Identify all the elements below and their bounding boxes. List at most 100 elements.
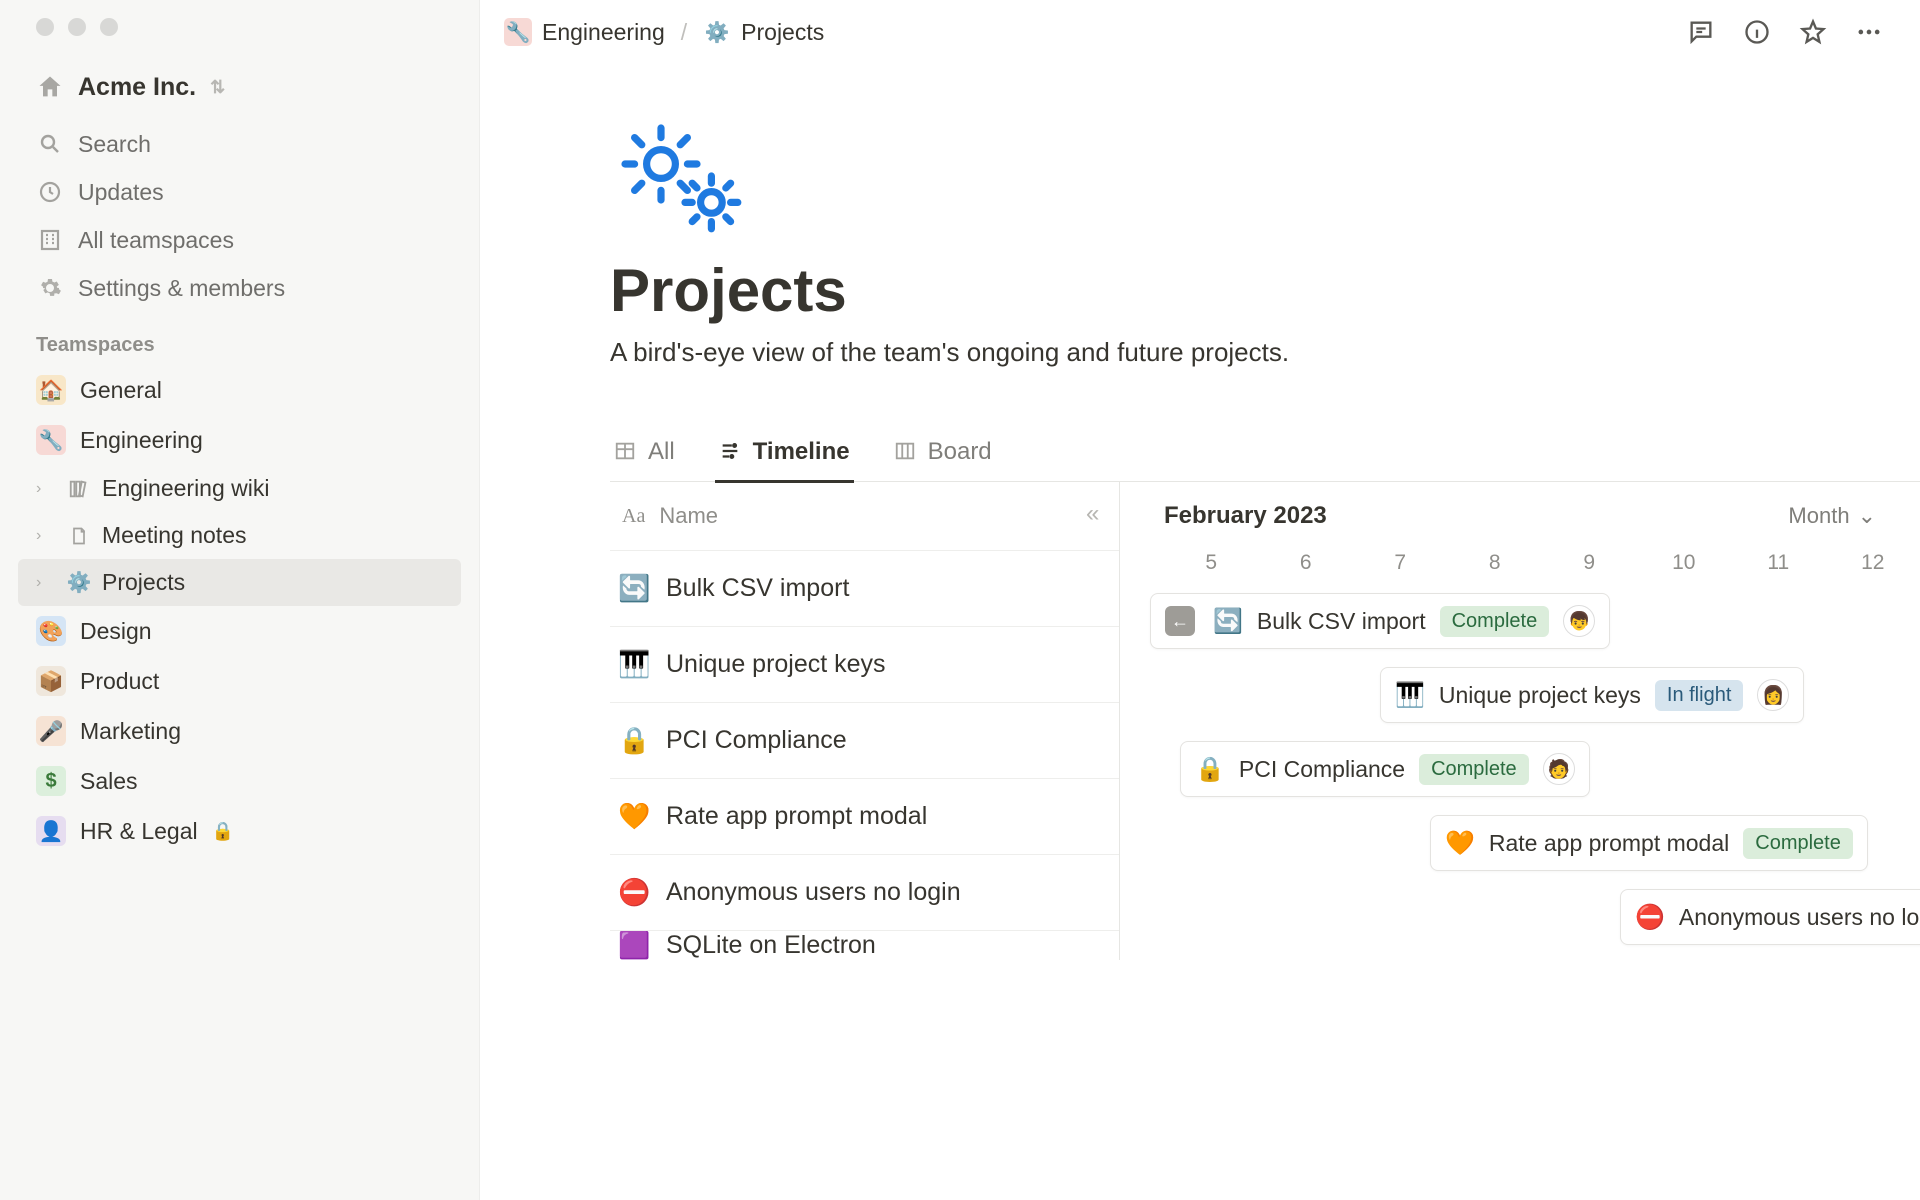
row-name: Anonymous users no login xyxy=(666,878,961,907)
tab-label: All xyxy=(648,438,675,466)
comments-icon[interactable] xyxy=(1686,17,1716,47)
sidebar-item-design[interactable]: 🎨 Design xyxy=(0,606,479,656)
timeline-bar[interactable]: ← 🔄 Bulk CSV import Complete 👦 xyxy=(1150,593,1610,649)
sidebar-item-label: Meeting notes xyxy=(102,522,246,549)
timeline-bar[interactable]: ⛔Anonymous users no login xyxy=(1620,889,1920,945)
tab-all[interactable]: All xyxy=(610,438,679,483)
table-row[interactable]: 🔄Bulk CSV import xyxy=(610,550,1119,626)
bar-icon: 🧡 xyxy=(1445,829,1475,858)
tab-board[interactable]: Board xyxy=(890,438,996,483)
board-icon xyxy=(894,440,918,464)
chevron-right-icon: › xyxy=(36,574,56,592)
bar-title: Bulk CSV import xyxy=(1257,608,1426,635)
row-icon: 🔄 xyxy=(618,573,650,604)
page-description: A bird's-eye view of the team's ongoing … xyxy=(610,337,1920,368)
sidebar-item-label: Projects xyxy=(102,569,185,596)
wrench-icon: 🔧 xyxy=(36,425,66,455)
row-name: SQLite on Electron xyxy=(666,931,876,960)
chevron-right-icon: › xyxy=(36,527,56,545)
name-column-label: Name xyxy=(659,503,718,529)
timeline-bar[interactable]: 🔒PCI ComplianceComplete🧑 xyxy=(1180,741,1590,797)
table-row[interactable]: 🎹Unique project keys xyxy=(610,626,1119,702)
page-icon-gears[interactable] xyxy=(610,116,1920,236)
bar-icon: ⛔ xyxy=(1635,903,1665,932)
timeline-bar[interactable]: 🧡Rate app prompt modalComplete xyxy=(1430,815,1868,871)
timeline-range-selector[interactable]: Month ⌄ xyxy=(1788,503,1876,529)
traffic-light-close[interactable] xyxy=(36,18,54,36)
page-title: Projects xyxy=(610,256,1920,325)
table-row[interactable]: 🟪SQLite on Electron xyxy=(610,930,1119,960)
info-icon[interactable] xyxy=(1742,17,1772,47)
table-row[interactable]: ⛔Anonymous users no login xyxy=(610,854,1119,930)
sidebar-item-label: Marketing xyxy=(80,718,181,745)
gear-icon xyxy=(36,274,64,302)
sidebar-item-label: General xyxy=(80,377,162,404)
nav-updates[interactable]: Updates xyxy=(0,168,479,216)
sidebar-subitem-projects[interactable]: › ⚙️ Projects xyxy=(18,559,461,606)
sidebar-subitem-engineering-wiki[interactable]: › Engineering wiki xyxy=(0,465,479,512)
sidebar-item-product[interactable]: 📦 Product xyxy=(0,656,479,706)
sidebar-item-label: HR & Legal xyxy=(80,818,198,845)
gears-icon: ⚙️ xyxy=(66,570,92,595)
collapse-column-icon[interactable]: « xyxy=(1086,500,1099,528)
timeline-day: 11 xyxy=(1731,551,1826,575)
tab-timeline[interactable]: Timeline xyxy=(715,438,854,483)
traffic-light-zoom[interactable] xyxy=(100,18,118,36)
gears-icon: ⚙️ xyxy=(703,18,731,46)
sidebar-item-engineering[interactable]: 🔧 Engineering xyxy=(0,415,479,465)
timeline-day: 12 xyxy=(1826,551,1920,575)
house-icon: 🏠 xyxy=(36,375,66,405)
database-view: « Aa Name 🔄Bulk CSV import🎹Unique projec… xyxy=(610,482,1920,960)
status-badge: Complete xyxy=(1419,754,1529,785)
table-icon xyxy=(614,440,638,464)
status-badge: Complete xyxy=(1440,606,1550,637)
sidebar-subitem-meeting-notes[interactable]: › Meeting notes xyxy=(0,512,479,559)
books-icon xyxy=(66,478,92,500)
nav-search-label: Search xyxy=(78,131,151,158)
nav-search[interactable]: Search xyxy=(0,120,479,168)
bar-title: Rate app prompt modal xyxy=(1489,830,1729,857)
tab-label: Timeline xyxy=(753,438,850,466)
nav-settings-label: Settings & members xyxy=(78,275,285,302)
more-icon[interactable] xyxy=(1854,17,1884,47)
name-column-header[interactable]: Aa Name xyxy=(610,482,1119,550)
star-icon[interactable] xyxy=(1798,17,1828,47)
chevron-down-icon: ⌄ xyxy=(1858,503,1876,529)
timeline-icon xyxy=(719,440,743,464)
dollar-icon: $ xyxy=(36,766,66,796)
package-icon: 📦 xyxy=(36,666,66,696)
nav-all-teamspaces[interactable]: All teamspaces xyxy=(0,216,479,264)
microphone-icon: 🎤 xyxy=(36,716,66,746)
timeline-panel: February 2023 Month ⌄ 56789101112 ←🔄Bulk… xyxy=(1120,482,1920,960)
table-row[interactable]: 🔒PCI Compliance xyxy=(610,702,1119,778)
sidebar-item-general[interactable]: 🏠 General xyxy=(0,365,479,415)
arrow-left-icon: ← xyxy=(1165,606,1195,636)
table-row[interactable]: 🧡Rate app prompt modal xyxy=(610,778,1119,854)
timeline-day: 6 xyxy=(1259,551,1354,575)
avatar: 👦 xyxy=(1563,605,1595,637)
topbar-actions xyxy=(1686,17,1884,47)
sidebar-item-hr-legal[interactable]: 👤 HR & Legal 🔒 xyxy=(0,806,479,856)
nav-updates-label: Updates xyxy=(78,179,164,206)
breadcrumb-parent[interactable]: Engineering xyxy=(542,19,665,46)
topbar: 🔧 Engineering / ⚙️ Projects xyxy=(480,0,1920,64)
bar-icon: 🎹 xyxy=(1395,681,1425,710)
sidebar: Acme Inc. ⇅ Search Updates All teamspace… xyxy=(0,0,480,1200)
timeline-bar[interactable]: 🎹Unique project keysIn flight👩 xyxy=(1380,667,1804,723)
traffic-light-minimize[interactable] xyxy=(68,18,86,36)
bar-icon: 🔄 xyxy=(1213,607,1243,636)
sidebar-item-marketing[interactable]: 🎤 Marketing xyxy=(0,706,479,756)
lock-icon: 🔒 xyxy=(212,821,234,842)
chevron-right-icon: › xyxy=(36,480,56,498)
timeline-day-scale: 56789101112 xyxy=(1120,550,1920,575)
timeline-day: 7 xyxy=(1353,551,1448,575)
title-property-icon: Aa xyxy=(622,505,645,528)
sidebar-item-sales[interactable]: $ Sales xyxy=(0,756,479,806)
home-icon xyxy=(36,72,66,102)
workspace-switcher[interactable]: Acme Inc. ⇅ xyxy=(0,64,479,120)
row-name: Rate app prompt modal xyxy=(666,802,927,831)
breadcrumb-current[interactable]: Projects xyxy=(741,19,824,46)
nav-all-teamspaces-label: All teamspaces xyxy=(78,227,234,254)
nav-settings[interactable]: Settings & members xyxy=(0,264,479,312)
person-icon: 👤 xyxy=(36,816,66,846)
